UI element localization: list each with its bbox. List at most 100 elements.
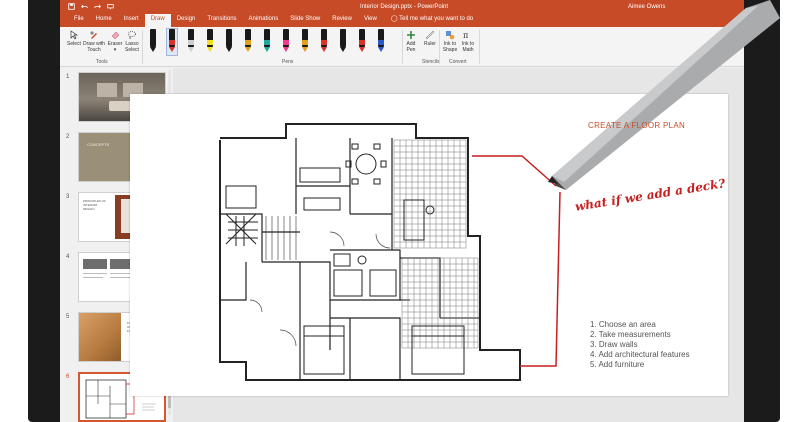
pen-tip <box>302 47 308 52</box>
save-icon[interactable] <box>68 3 75 13</box>
tell-me-text: Tell me what you want to do <box>399 16 474 22</box>
pen-swatch-8[interactable] <box>281 29 291 55</box>
ink-to-shape-button[interactable]: Ink to Shape <box>441 30 459 53</box>
pens-group-label: Pens <box>282 59 294 65</box>
pen-tip <box>150 47 156 52</box>
lasso-label-2: Select <box>125 46 139 53</box>
ruler-label: Ruler <box>424 41 436 47</box>
ruler-button[interactable]: Ruler <box>422 30 438 48</box>
text-line <box>83 273 107 274</box>
pen-tip <box>207 47 213 52</box>
present-icon[interactable] <box>107 3 114 13</box>
slide-3-caption-3: DESIGN <box>83 207 95 211</box>
step-item: 3. Draw walls <box>590 340 638 349</box>
pen-swatch-3[interactable] <box>186 29 196 55</box>
svg-text:π: π <box>463 31 468 40</box>
pen-tip <box>188 47 194 52</box>
pen-swatch-9[interactable] <box>300 29 310 55</box>
pen-swatch-5[interactable] <box>224 29 234 55</box>
pen-tip <box>226 47 232 52</box>
ribbon-tabs: File Home Insert Draw Design Transitions… <box>60 14 744 27</box>
tab-home[interactable]: Home <box>90 14 118 27</box>
ink-to-shape-icon <box>446 31 455 40</box>
pen-swatch-12[interactable] <box>357 29 367 55</box>
tab-slide-show[interactable]: Slide Show <box>284 14 326 27</box>
pen-tip <box>359 47 365 52</box>
quick-access-toolbar <box>68 3 114 13</box>
step-item: 2. Take measurements <box>590 330 671 339</box>
convert-group-label: Convert <box>449 59 467 65</box>
pen-color-band <box>378 40 384 45</box>
slide-number: 4 <box>66 254 70 260</box>
touch-pen-icon <box>90 31 97 39</box>
user-name[interactable]: Aimee Owens <box>628 4 665 10</box>
pen-swatch-1[interactable] <box>148 29 158 55</box>
tab-view[interactable]: View <box>358 14 383 27</box>
eraser-icon <box>111 31 120 40</box>
add-pen-button[interactable]: Add Pen <box>403 30 419 53</box>
pen-color-band <box>264 40 270 45</box>
lasso-select-button[interactable]: Lasso Select <box>124 30 140 53</box>
pen-swatch-4[interactable] <box>205 29 215 55</box>
pen-color-band <box>207 40 213 45</box>
text-line <box>83 277 103 278</box>
text-line <box>110 277 130 278</box>
ink-to-math-label-2: Math <box>462 46 474 53</box>
pen-swatch-2[interactable] <box>166 28 178 56</box>
pen-color-band <box>169 40 175 45</box>
pen-color-band <box>302 40 308 45</box>
tab-file[interactable]: File <box>68 14 90 27</box>
stencils-group-label: Stencils <box>422 59 440 65</box>
select-label: Select <box>67 41 81 47</box>
pen-color-band <box>359 40 365 45</box>
tell-me-search[interactable]: ◯ Tell me what you want to do <box>383 14 479 27</box>
tools-group-label: Tools <box>96 59 108 65</box>
eraser-button[interactable]: Eraser ▾ <box>106 30 124 53</box>
pen-swatch-13[interactable] <box>376 29 386 55</box>
slide-number: 5 <box>66 314 70 320</box>
block-shape <box>83 259 107 269</box>
pen-swatch-11[interactable] <box>338 29 348 55</box>
pen-color-band <box>188 40 194 45</box>
slide-2-caption: CONCEPTS <box>87 142 110 147</box>
slide-title[interactable]: CREATE A FLOOR PLAN <box>588 121 685 130</box>
window-shape <box>97 83 117 97</box>
step-item: 1. Choose an area <box>590 320 656 329</box>
select-button[interactable]: Select <box>64 30 84 48</box>
tab-draw[interactable]: Draw <box>144 14 171 27</box>
pen-tip <box>169 47 175 52</box>
photo-shape <box>79 313 121 361</box>
draw-with-touch-button[interactable]: Draw with Touch <box>82 30 106 53</box>
undo-icon[interactable] <box>81 3 88 13</box>
eraser-dropdown-icon: ▾ <box>113 46 117 53</box>
pen-tip <box>340 47 346 52</box>
draw-with-touch-label-2: Touch <box>87 46 101 53</box>
pen-color-band <box>226 40 232 45</box>
pen-swatch-7[interactable] <box>262 29 272 55</box>
ink-to-math-button[interactable]: π Ink to Math <box>459 30 477 53</box>
slide-number: 6 <box>66 374 70 380</box>
pen-swatch-10[interactable] <box>319 29 329 55</box>
tab-design[interactable]: Design <box>171 14 202 27</box>
ink-to-shape-label-2: Shape <box>442 46 458 53</box>
pen-color-band <box>283 40 289 45</box>
pen-tip <box>245 47 251 52</box>
ink-to-math-icon: π <box>463 31 468 40</box>
cursor-icon <box>70 30 79 40</box>
tab-transitions[interactable]: Transitions <box>201 14 242 27</box>
tab-insert[interactable]: Insert <box>118 14 145 27</box>
slide-number: 3 <box>66 194 70 200</box>
pen-tip <box>283 47 289 52</box>
ruler-icon <box>425 30 435 40</box>
pen-color-band <box>321 40 327 45</box>
pen-color-band <box>245 40 251 45</box>
steps-list[interactable]: 1. Choose an area 2. Take measurements 3… <box>590 320 690 370</box>
redo-icon[interactable] <box>94 3 101 13</box>
tab-animations[interactable]: Animations <box>243 14 285 27</box>
pen-swatch-6[interactable] <box>243 29 253 55</box>
step-item: 4. Add architectural features <box>590 350 690 359</box>
add-pen-icon <box>407 31 415 39</box>
pen-color-band <box>150 40 156 45</box>
ribbon-separator <box>479 30 480 64</box>
tab-review[interactable]: Review <box>326 14 358 27</box>
